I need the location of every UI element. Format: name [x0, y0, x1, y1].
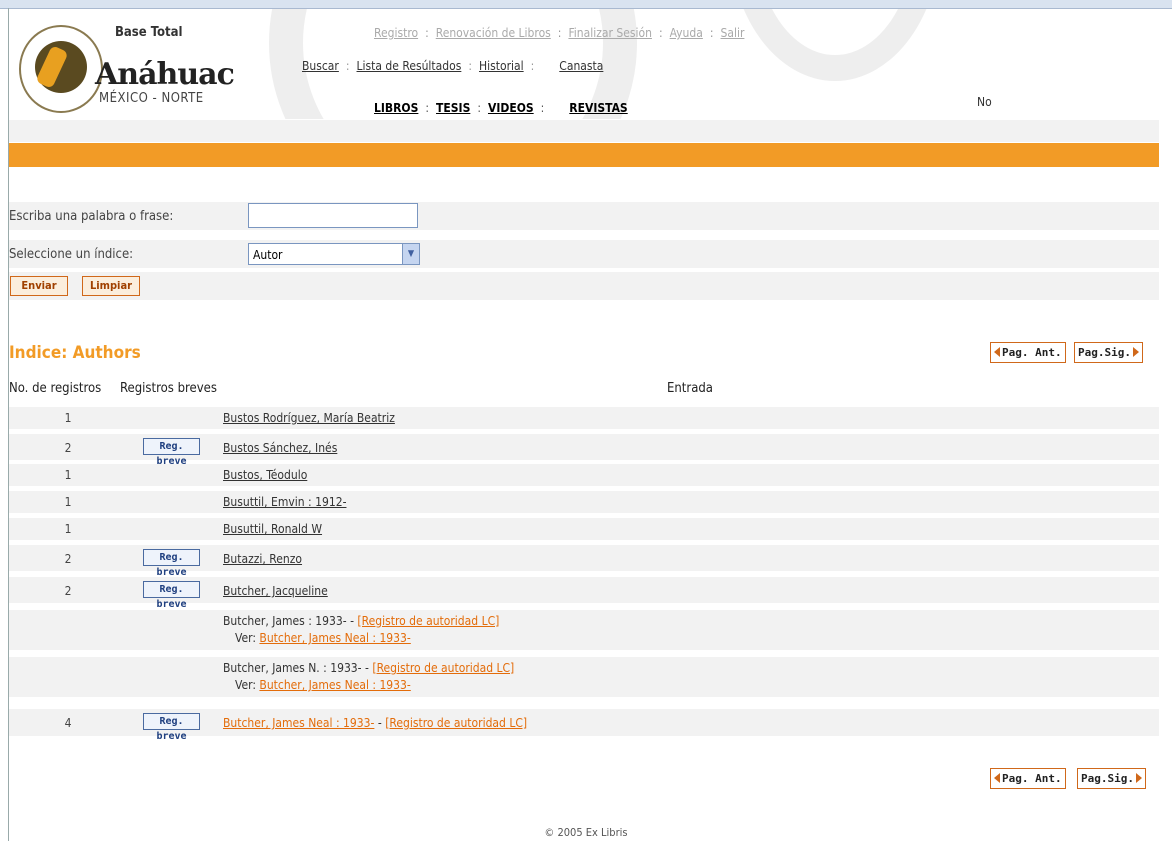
table-row: 2 Reg. breve Butcher, Jacqueline [9, 577, 1159, 610]
index-row: Seleccione un índice: Autor ▼ [9, 240, 1159, 268]
footer-copyright: © 2005 Ex Libris [544, 826, 628, 839]
phrase-row: Escriba una palabra o frase: [9, 202, 1159, 230]
col-entry-header: Entrada [667, 381, 713, 396]
table-row: 1 Busuttil, Emvin : 1912- [9, 491, 1159, 513]
table-row: 2 Reg. breve Butazzi, Renzo [9, 545, 1159, 578]
arrow-left-icon [994, 773, 1000, 783]
reg-breve-button[interactable]: Reg. breve [143, 438, 200, 467]
see-link[interactable]: Butcher, James Neal : 1933- [259, 678, 410, 692]
col-brief-header: Registros breves [120, 381, 217, 396]
index-select-value: Autor [253, 248, 283, 262]
nav-libros[interactable]: LIBROS [374, 101, 418, 115]
chevron-down-icon[interactable]: ▼ [402, 244, 419, 264]
col-count-header: No. de registros [9, 381, 102, 396]
table-row: Butcher, James N. : 1933- - [Registro de… [9, 657, 1159, 697]
see-also: Ver: Butcher, James Neal : 1933- [235, 678, 411, 692]
nav-lista-resultados[interactable]: Lista de Resúltados [357, 59, 462, 73]
nav-salir[interactable]: Salir [721, 26, 745, 40]
entry-link[interactable]: Bustos, Téodulo [223, 468, 307, 482]
table-row: 2 Reg. breve Bustos Sánchez, Inés [9, 434, 1159, 467]
nav-canasta[interactable]: Canasta [559, 59, 603, 73]
see-also: Ver: Butcher, James Neal : 1933- [235, 631, 411, 645]
window-top-strip [0, 0, 1172, 9]
nav-videos[interactable]: VIDEOS [488, 101, 534, 115]
entry-link[interactable]: Bustos Rodríguez, María Beatriz [223, 411, 395, 425]
phrase-label: Escriba una palabra o frase: [9, 209, 174, 224]
clear-button[interactable]: Limpiar [82, 276, 140, 296]
nav-renovacion[interactable]: Renovación de Libros [436, 26, 551, 40]
entry-text: Butcher, James : 1933- - [Registro de au… [223, 614, 500, 628]
see-link[interactable]: Butcher, James Neal : 1933- [259, 631, 410, 645]
reg-breve-button[interactable]: Reg. breve [143, 581, 200, 610]
buttons-row: Enviar Limpiar [9, 272, 1159, 300]
nav-tesis[interactable]: TESIS [436, 101, 470, 115]
prev-page-button-top[interactable]: Pag. Ant. [990, 342, 1066, 363]
entry-link[interactable]: Bustos Sánchez, Inés [223, 441, 337, 455]
table-row: 1 Bustos, Téodulo [9, 464, 1159, 486]
table-row: 1 Bustos Rodríguez, María Beatriz [9, 407, 1159, 429]
index-label: Seleccione un índice: [9, 247, 134, 262]
logo-name: Anáhuac [95, 57, 235, 92]
table-row: 4 Reg. breve Butcher, James Neal : 1933-… [9, 709, 1159, 742]
entry-link[interactable]: Butazzi, Renzo [223, 552, 302, 566]
next-page-button-bottom[interactable]: Pag.Sig. [1077, 768, 1146, 789]
header-swirl-decoration-2 [729, 9, 941, 81]
arrow-right-icon [1132, 347, 1139, 357]
index-select[interactable]: Autor ▼ [248, 243, 420, 265]
base-label: Base Total [115, 25, 183, 40]
nav-registro[interactable]: Registro [374, 26, 418, 40]
reg-breve-button[interactable]: Reg. breve [143, 549, 200, 578]
next-page-button-top[interactable]: Pag.Sig. [1074, 342, 1143, 363]
nav-historial[interactable]: Historial [479, 59, 524, 73]
submit-button[interactable]: Enviar [10, 276, 68, 296]
nav-buscar[interactable]: Buscar [302, 59, 339, 73]
nav-mid: Buscar: Lista de Resúltados: Historial: Can… [302, 59, 604, 73]
logo-subtitle: MÉXICO - NORTE [99, 91, 204, 106]
entry-link[interactable]: Busuttil, Ronald W [223, 522, 322, 536]
table-header: No. de registros Registros breves Entrad… [9, 376, 1159, 400]
entry-text: Butcher, James N. : 1933- - [Registro de… [223, 661, 515, 675]
authority-link[interactable]: [Registro de autoridad LC] [372, 661, 514, 675]
nav-revistas[interactable]: REVISTAS [569, 101, 627, 115]
nav-finalizar-sesion[interactable]: Finalizar Sesión [568, 26, 652, 40]
prev-page-button-bottom[interactable]: Pag. Ant. [990, 768, 1066, 789]
nav-top: Registro: Renovación de Libros: Finalizar … [374, 26, 745, 40]
table-row: Butcher, James : 1933- - [Registro de au… [9, 610, 1159, 650]
header-orange-bar [9, 143, 1159, 167]
index-title: Indice: Authors [9, 343, 141, 363]
header-right-text: No [977, 95, 992, 109]
nav-bottom: LIBROS: TESIS: VIDEOS: REVISTAS [374, 101, 628, 115]
entry-link[interactable]: Butcher, James Neal : 1933- [223, 716, 374, 730]
reg-breve-button[interactable]: Reg. breve [143, 713, 200, 742]
entry-link[interactable]: Busuttil, Emvin : 1912- [223, 495, 346, 509]
authority-link[interactable]: [Registro de autoridad LC] [357, 614, 499, 628]
university-seal-icon [19, 25, 103, 113]
site-header: Base Total Anáhuac MÉXICO - NORTE Regist… [9, 9, 1159, 119]
header-grey-bar [9, 120, 1159, 142]
arrow-left-icon [994, 347, 1000, 357]
table-row: 1 Busuttil, Ronald W [9, 518, 1159, 540]
arrow-right-icon [1135, 773, 1142, 783]
nav-ayuda[interactable]: Ayuda [670, 26, 703, 40]
phrase-input[interactable] [248, 203, 418, 228]
authority-link[interactable]: [Registro de autoridad LC] [385, 716, 527, 730]
entry-link[interactable]: Butcher, Jacqueline [223, 584, 328, 598]
